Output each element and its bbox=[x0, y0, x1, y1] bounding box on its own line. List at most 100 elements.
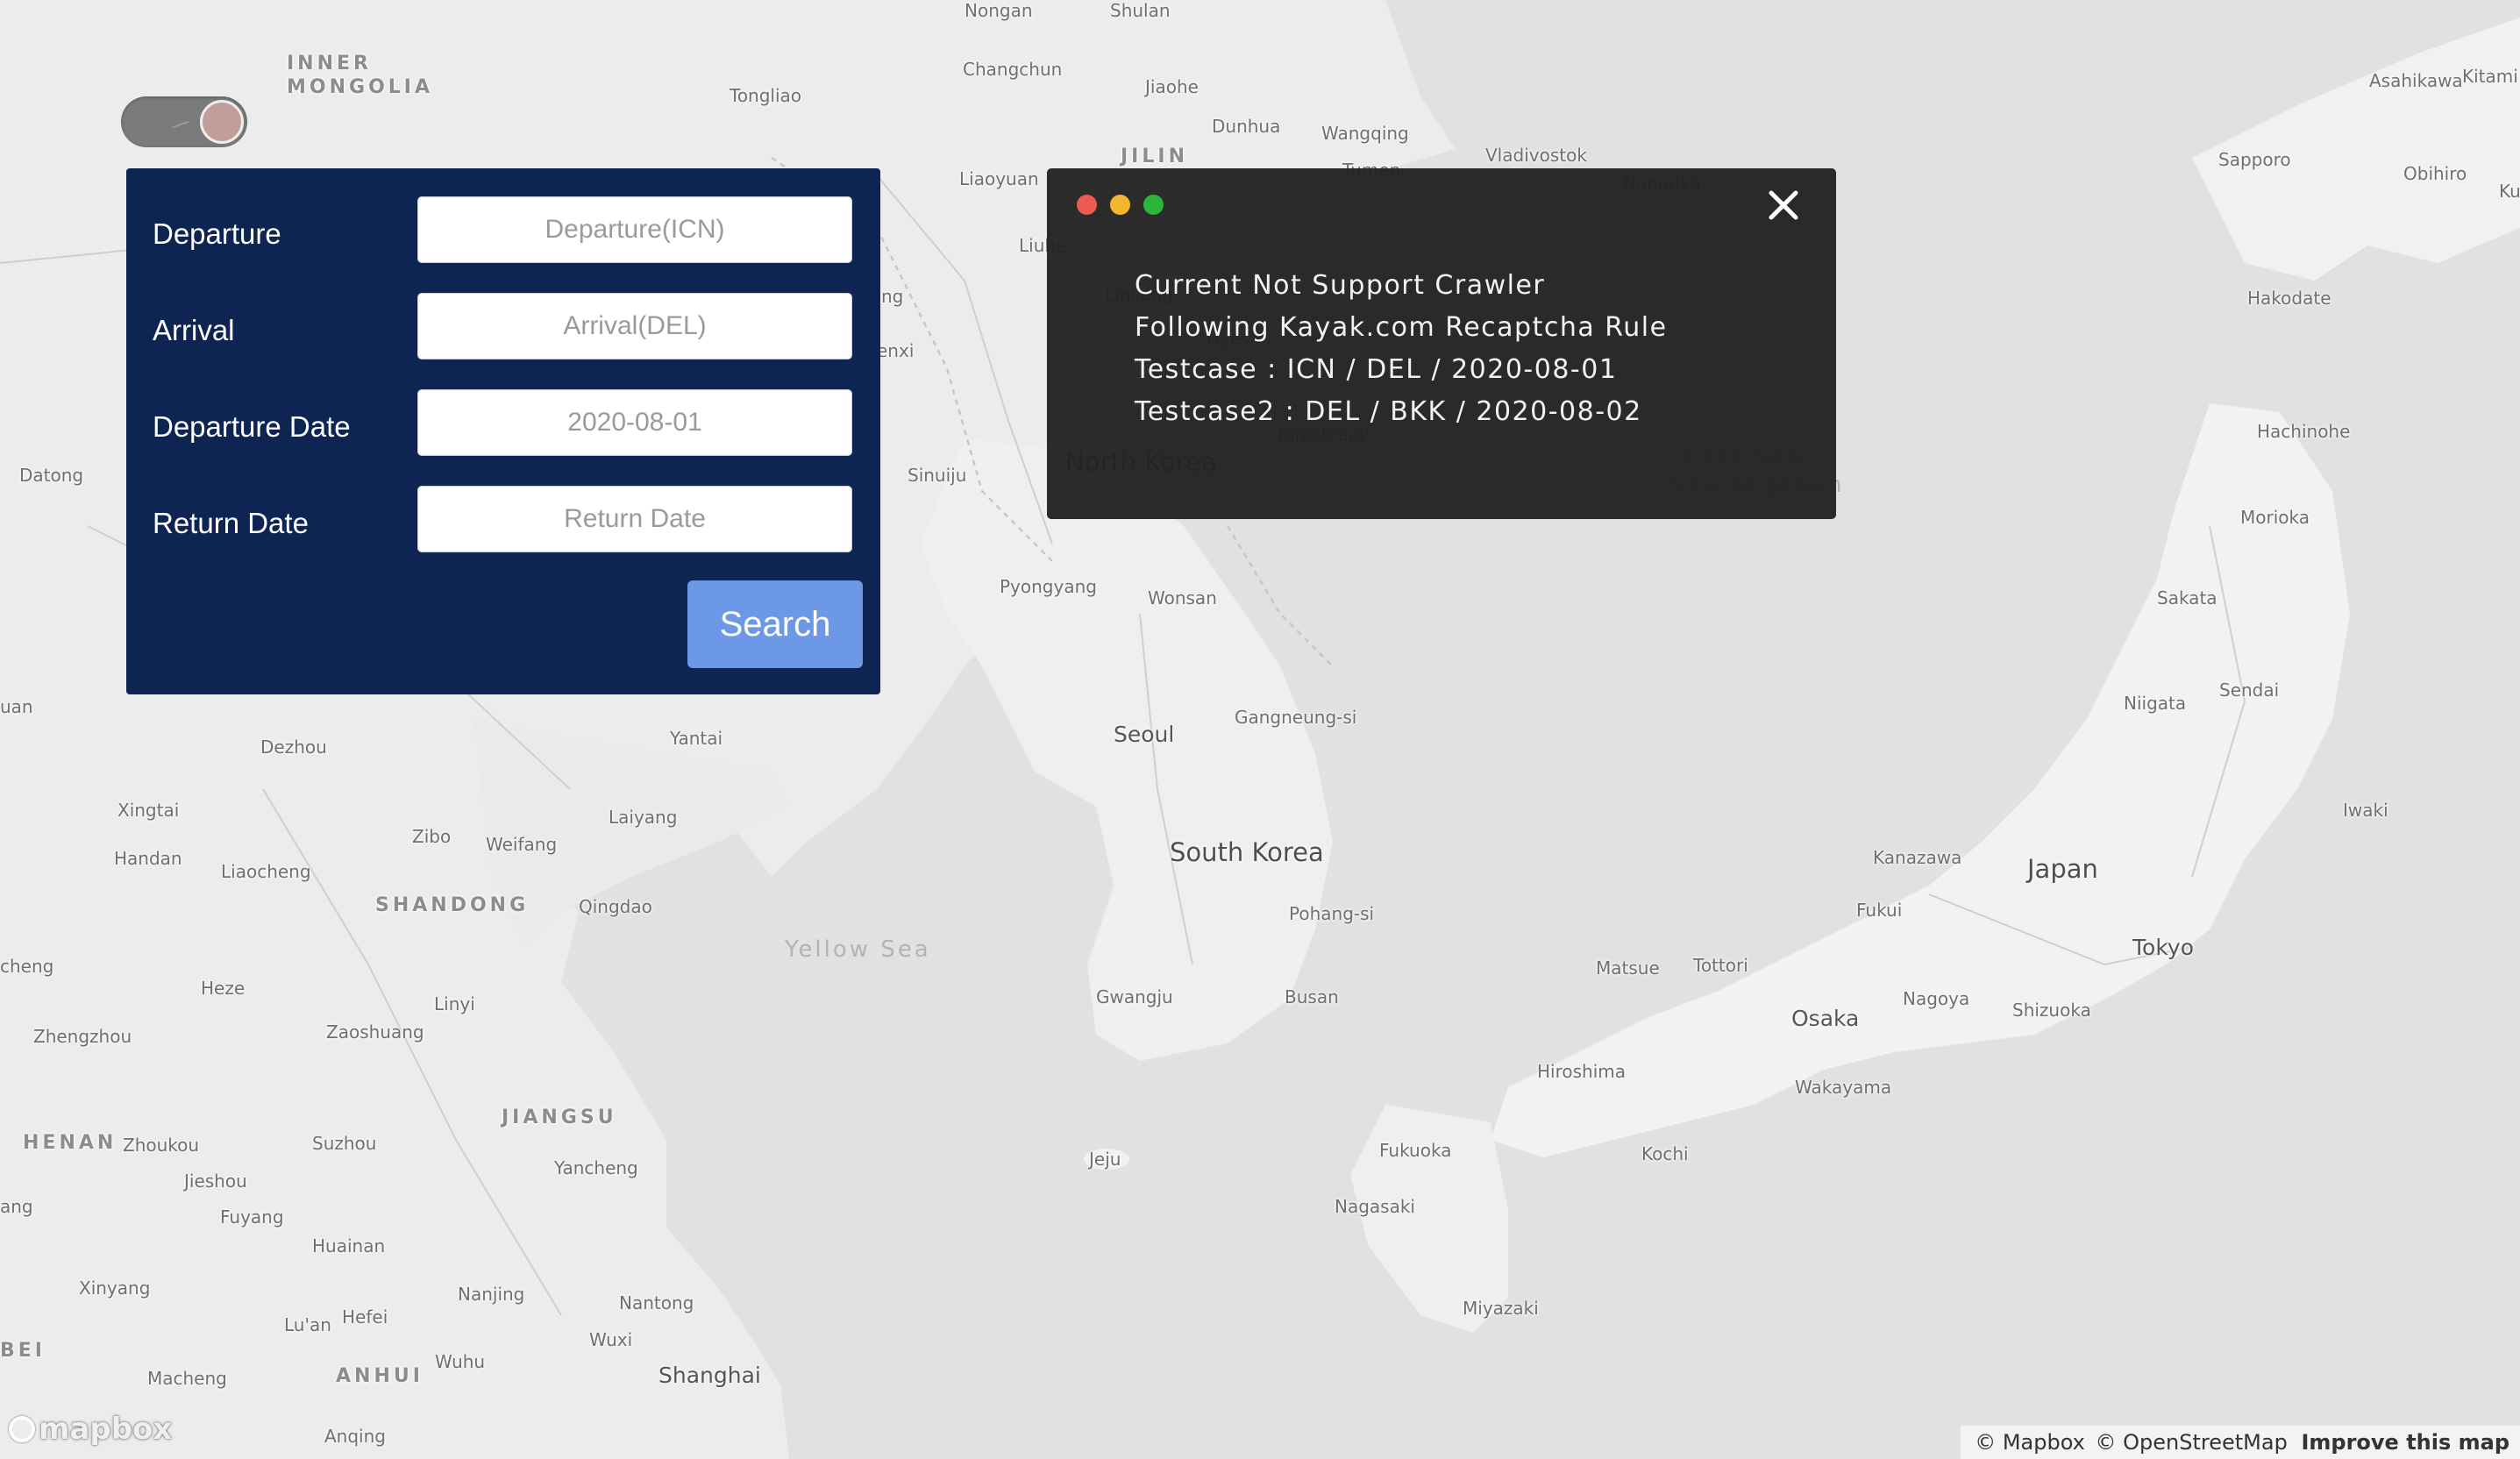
map-place-label: Xinyang bbox=[79, 1278, 151, 1299]
map-place-label: Linyi bbox=[434, 993, 475, 1014]
map-place-label: Huainan bbox=[312, 1235, 386, 1256]
map-place-label: Nantong bbox=[619, 1292, 694, 1313]
map-place-label: Lu'an bbox=[284, 1314, 331, 1335]
map-place-label: Niigata bbox=[2124, 693, 2187, 714]
maximize-dot-green[interactable] bbox=[1143, 195, 1164, 215]
map-place-label: Miyazaki bbox=[1463, 1298, 1539, 1319]
map-place-label: Matsue bbox=[1596, 957, 1660, 979]
map-place-label: Heze bbox=[201, 978, 246, 999]
map-place-label: Laiyang bbox=[609, 807, 678, 828]
map-place-label: Hefei bbox=[342, 1306, 388, 1327]
departure-date-input[interactable] bbox=[417, 389, 852, 456]
map-place-label: Sinuiju bbox=[908, 465, 967, 486]
map-place-label: Nanjing bbox=[458, 1284, 525, 1305]
map-place-label: Obihiro bbox=[2403, 163, 2467, 184]
map-place-label: Fukui bbox=[1856, 900, 1903, 921]
map-place-label: uan bbox=[0, 696, 33, 717]
map-place-label: MONGOLIA bbox=[287, 76, 433, 98]
map-place-label: Busan bbox=[1285, 986, 1339, 1007]
map-place-label: Liaocheng bbox=[221, 861, 311, 882]
map-place-label: Pyongyang bbox=[1000, 576, 1097, 597]
mapbox-logo[interactable]: mapbox bbox=[9, 1412, 172, 1447]
map-place-label: Qingdao bbox=[579, 896, 652, 917]
map-place-label: Suzhou bbox=[312, 1133, 377, 1154]
improve-map-link[interactable]: Improve this map bbox=[2301, 1430, 2509, 1455]
close-icon[interactable] bbox=[1764, 186, 1803, 224]
map-place-label: Yantai bbox=[670, 728, 723, 749]
toggle-mark bbox=[172, 120, 189, 129]
return-date-label: Return Date bbox=[153, 507, 309, 539]
map-place-label: Fukuoka bbox=[1379, 1140, 1452, 1161]
map-place-label: Jiaohe bbox=[1145, 76, 1199, 97]
toggle-knob bbox=[200, 100, 244, 144]
map-place-label: Hachinohe bbox=[2257, 421, 2351, 442]
map-place-label: Macheng bbox=[147, 1368, 227, 1389]
map-place-label: HENAN bbox=[23, 1132, 117, 1154]
arrival-input[interactable] bbox=[417, 293, 852, 359]
map-place-label: Pohang-si bbox=[1289, 903, 1375, 924]
map-place-label: ang bbox=[0, 1196, 33, 1217]
notice-popup: Current Not Support Crawler Following Ka… bbox=[1047, 168, 1836, 519]
notice-line: Following Kayak.com Recaptcha Rule bbox=[1135, 312, 1668, 343]
map-place-label: Anqing bbox=[324, 1426, 386, 1447]
arrival-label: Arrival bbox=[153, 314, 235, 346]
map-place-label: INNER bbox=[287, 53, 372, 75]
map-place-label: Tokyo bbox=[2132, 935, 2194, 960]
mapbox-attribution-link[interactable]: © Mapbox bbox=[1975, 1430, 2085, 1455]
map-place-label: Shanghai bbox=[658, 1363, 761, 1388]
map-place-label: ng bbox=[881, 286, 904, 307]
map-place-label: Asahikawa bbox=[2369, 70, 2463, 91]
departure-input[interactable] bbox=[417, 196, 852, 263]
map-place-label: Tongliao bbox=[730, 85, 802, 106]
map-place-label: Zhengzhou bbox=[33, 1026, 132, 1047]
map-place-label: Zaoshuang bbox=[326, 1021, 424, 1043]
map-place-label: Hakodate bbox=[2247, 288, 2331, 309]
map-place-label: Kanazawa bbox=[1873, 847, 1962, 868]
map-place-label: Nagasaki bbox=[1335, 1196, 1415, 1217]
osm-attribution-link[interactable]: © OpenStreetMap bbox=[2096, 1430, 2288, 1455]
map-place-label: Japan bbox=[2027, 854, 2098, 884]
map-place-label: Sakata bbox=[2157, 587, 2217, 609]
close-dot-red[interactable] bbox=[1077, 195, 1097, 215]
search-button[interactable]: Search bbox=[687, 580, 863, 668]
notice-line: Testcase : ICN / DEL / 2020-08-01 bbox=[1135, 354, 1618, 385]
map-place-label: Wuhu bbox=[435, 1351, 486, 1372]
map-place-label: Handan bbox=[114, 848, 182, 869]
map-place-label: Iwaki bbox=[2343, 800, 2388, 821]
map-place-label: Nongan bbox=[965, 0, 1033, 21]
map-place-label: Osaka bbox=[1791, 1006, 1860, 1031]
map-place-label: JILIN bbox=[1121, 146, 1188, 167]
search-form-panel: Departure Arrival Departure Date Return … bbox=[126, 168, 880, 694]
map-place-label: JIANGSU bbox=[502, 1107, 617, 1128]
map-place-label: Jeju bbox=[1089, 1149, 1121, 1170]
departure-date-label: Departure Date bbox=[153, 410, 351, 443]
map-place-label: Kochi bbox=[1641, 1143, 1689, 1164]
map-place-label: Gwangju bbox=[1096, 986, 1173, 1007]
map-place-label: Sendai bbox=[2219, 680, 2280, 701]
map-place-label: Vladivostok bbox=[1485, 145, 1587, 166]
map-place-label: SHANDONG bbox=[375, 894, 530, 916]
map-place-label: enxi bbox=[877, 340, 915, 361]
map-place-label: Yancheng bbox=[554, 1157, 638, 1178]
map-place-label: Wuxi bbox=[589, 1329, 633, 1350]
map-place-label: Changchun bbox=[963, 59, 1063, 80]
map-place-label: Kitami bbox=[2462, 66, 2518, 87]
map-place-label: Tottori bbox=[1693, 955, 1748, 976]
map-place-label: Fuyang bbox=[220, 1206, 284, 1228]
map-place-label: Datong bbox=[19, 465, 84, 486]
map-place-label: Wonsan bbox=[1148, 587, 1217, 609]
map-place-label: BEI bbox=[0, 1340, 46, 1362]
map-place-label: South Korea bbox=[1170, 837, 1324, 867]
return-date-input[interactable] bbox=[417, 486, 852, 552]
map-place-label: Xingtai bbox=[117, 800, 180, 821]
map-place-label: Dezhou bbox=[260, 737, 327, 758]
map-place-label: Ku bbox=[2499, 181, 2520, 202]
map-place-label: Shizuoka bbox=[2012, 1000, 2091, 1021]
notice-line: Testcase2 : DEL / BKK / 2020-08-02 bbox=[1135, 396, 1642, 427]
map-place-label: Nagoya bbox=[1903, 988, 1970, 1009]
map-place-label: Liaoyuan bbox=[959, 168, 1039, 189]
mapbox-logo-icon bbox=[9, 1416, 35, 1442]
minimize-dot-yellow[interactable] bbox=[1110, 195, 1130, 215]
map-place-label: Morioka bbox=[2240, 507, 2310, 528]
theme-toggle[interactable] bbox=[121, 96, 247, 147]
